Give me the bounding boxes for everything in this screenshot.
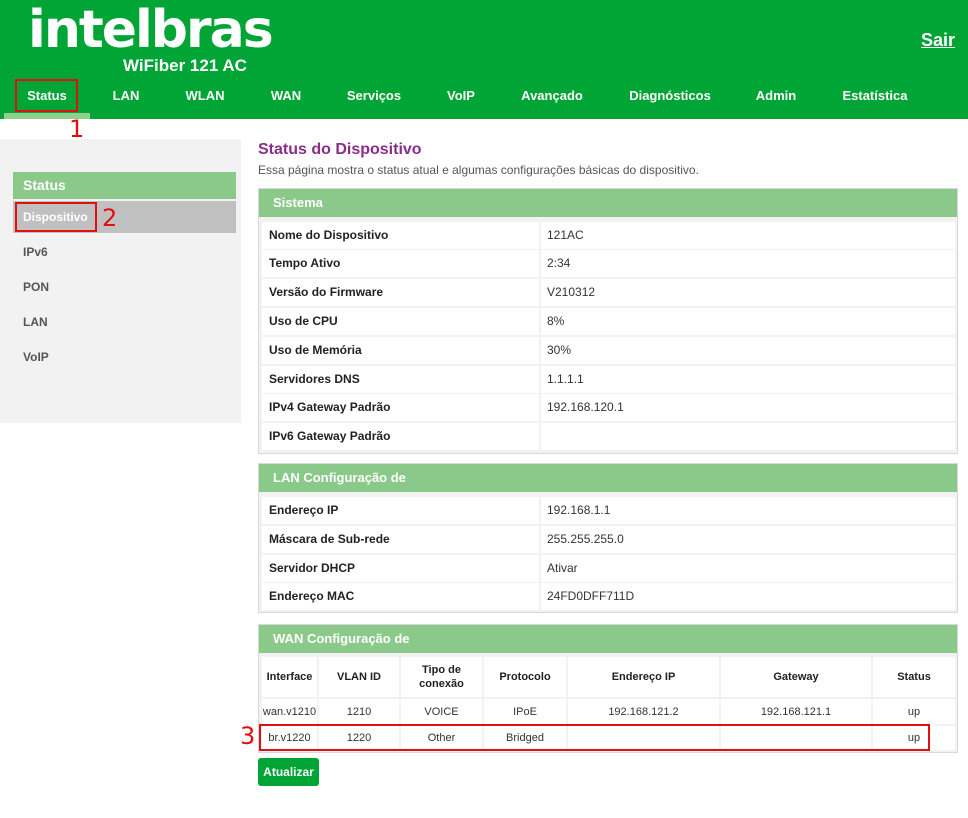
info-key: Uso de CPU — [262, 308, 539, 335]
info-key: Máscara de Sub-rede — [262, 526, 539, 553]
info-key: IPv6 Gateway Padrão — [262, 423, 539, 450]
wan-cell: IPoE — [484, 699, 566, 724]
wan-cell: VOICE — [401, 699, 482, 724]
info-key: Endereço MAC — [262, 583, 539, 610]
lan-section-title: LAN Configuração de — [259, 464, 957, 492]
page-title: Status do Dispositivo — [258, 141, 422, 158]
sidebar: Status Dispositivo IPv6 PON LAN VoIP — [0, 139, 241, 423]
sidebar-heading: Status — [13, 172, 236, 199]
info-row: Nome do Dispositivo 121AC — [262, 222, 955, 249]
info-value: 30% — [541, 337, 955, 364]
top-header: intelbras WiFiber 121 AC Sair Status LAN… — [0, 0, 968, 119]
info-key: Endereço IP — [262, 497, 539, 524]
info-value: 2:34 — [541, 250, 955, 277]
info-row: IPv4 Gateway Padrão 192.168.120.1 — [262, 394, 955, 421]
info-key: Nome do Dispositivo — [262, 222, 539, 249]
info-value: 8% — [541, 308, 955, 335]
info-key: Uso de Memória — [262, 337, 539, 364]
nav-estatistica[interactable]: Estatística — [830, 80, 920, 112]
wan-cell: wan.v1210 — [262, 699, 317, 724]
nav-diagnosticos[interactable]: Diagnósticos — [618, 80, 722, 112]
wan-col-header: Gateway — [721, 657, 871, 697]
annotation-box-1 — [15, 79, 78, 112]
info-row: Uso de CPU 8% — [262, 308, 955, 335]
sidebar-item-lan[interactable]: LAN — [13, 306, 236, 338]
info-row: Endereço MAC 24FD0DFF711D — [262, 583, 955, 610]
wan-cell: 192.168.121.1 — [721, 699, 871, 724]
sistema-section: Sistema Nome do Dispositivo 121AC Tempo … — [258, 188, 958, 454]
sistema-section-title: Sistema — [259, 189, 957, 217]
info-value: V210312 — [541, 279, 955, 306]
info-key: Tempo Ativo — [262, 250, 539, 277]
info-key: Servidor DHCP — [262, 555, 539, 582]
sidebar-item-voip[interactable]: VoIP — [13, 341, 236, 373]
wan-col-header: Tipo de conexão — [401, 657, 482, 697]
main-nav: Status LAN WLAN WAN Serviços VoIP Avança… — [0, 80, 968, 112]
page-description: Essa página mostra o status atual e algu… — [258, 163, 699, 177]
wan-section-title: WAN Configuração de — [259, 625, 957, 653]
intelbras-logo: intelbras — [28, 0, 274, 60]
annotation-number-2: 2 — [102, 204, 118, 232]
info-row: Servidores DNS 1.1.1.1 — [262, 366, 955, 393]
nav-avancado[interactable]: Avançado — [510, 80, 594, 112]
logout-link[interactable]: Sair — [921, 30, 955, 51]
wan-col-header: Interface — [262, 657, 317, 697]
lan-section: LAN Configuração de Endereço IP 192.168.… — [258, 463, 958, 613]
nav-wlan[interactable]: WLAN — [172, 80, 238, 112]
info-row: Tempo Ativo 2:34 — [262, 250, 955, 277]
info-value: 24FD0DFF711D — [541, 583, 955, 610]
annotation-box-3 — [259, 724, 930, 751]
nav-admin[interactable]: Admin — [744, 80, 808, 112]
info-row: Versão do Firmware V210312 — [262, 279, 955, 306]
info-row: Uso de Memória 30% — [262, 337, 955, 364]
refresh-button[interactable]: Atualizar — [258, 758, 319, 786]
info-value: 255.255.255.0 — [541, 526, 955, 553]
nav-servicos[interactable]: Serviços — [336, 80, 412, 112]
nav-lan[interactable]: LAN — [100, 80, 152, 112]
info-value: Ativar — [541, 555, 955, 582]
sidebar-item-ipv6[interactable]: IPv6 — [13, 236, 236, 268]
info-row: Máscara de Sub-rede 255.255.255.0 — [262, 526, 955, 553]
info-key: Servidores DNS — [262, 366, 539, 393]
info-row: Endereço IP 192.168.1.1 — [262, 497, 955, 524]
info-value: 192.168.120.1 — [541, 394, 955, 421]
info-value: 121AC — [541, 222, 955, 249]
info-key: Versão do Firmware — [262, 279, 539, 306]
wan-cell: 1210 — [319, 699, 399, 724]
annotation-number-3: 3 — [240, 722, 256, 750]
nav-voip[interactable]: VoIP — [434, 80, 488, 112]
info-row: Servidor DHCP Ativar — [262, 555, 955, 582]
wan-cell: up — [873, 699, 955, 724]
annotation-box-2 — [15, 202, 97, 232]
info-key: IPv4 Gateway Padrão — [262, 394, 539, 421]
device-model: WiFiber 121 AC — [123, 56, 247, 75]
info-value: 192.168.1.1 — [541, 497, 955, 524]
sidebar-item-pon[interactable]: PON — [13, 271, 236, 303]
info-value: 1.1.1.1 — [541, 366, 955, 393]
wan-col-header: Protocolo — [484, 657, 566, 697]
nav-wan[interactable]: WAN — [258, 80, 314, 112]
wan-col-header: Endereço IP — [568, 657, 719, 697]
info-row: IPv6 Gateway Padrão — [262, 423, 955, 450]
wan-col-header: VLAN ID — [319, 657, 399, 697]
info-value — [541, 423, 955, 450]
wan-col-header: Status — [873, 657, 955, 697]
wan-cell: 192.168.121.2 — [568, 699, 719, 724]
